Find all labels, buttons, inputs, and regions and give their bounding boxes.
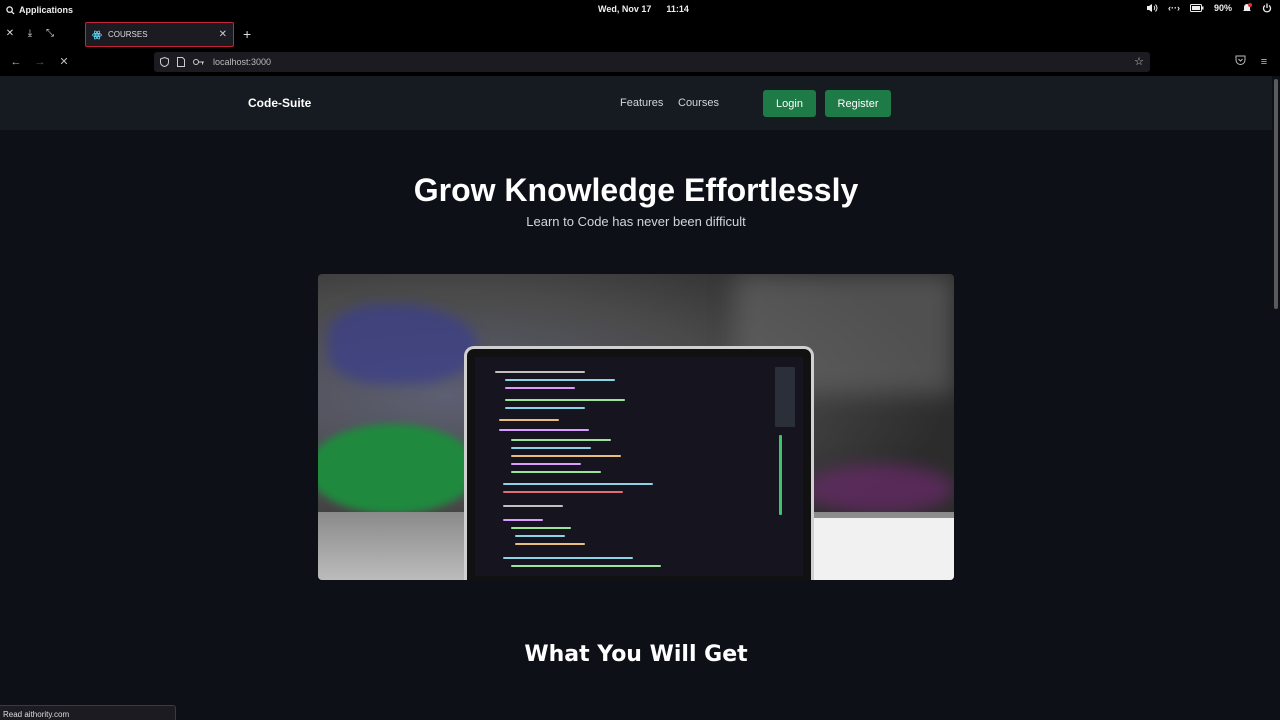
- login-button[interactable]: Login: [763, 90, 816, 117]
- clock[interactable]: Wed, Nov 17 11:14: [598, 4, 689, 14]
- forward-arrow-icon[interactable]: →: [33, 55, 47, 69]
- web-page: Code-Suite Features Courses Login Regist…: [0, 76, 1272, 720]
- shield-icon[interactable]: [160, 57, 169, 67]
- react-favicon-icon: [92, 30, 102, 40]
- volume-icon[interactable]: [1146, 3, 1158, 13]
- site-header: Code-Suite Features Courses Login Regist…: [0, 76, 1272, 130]
- hero-image: [318, 274, 954, 580]
- applications-label: Applications: [19, 5, 74, 15]
- restore-window-icon[interactable]: ⤡: [44, 28, 56, 40]
- power-icon[interactable]: [1262, 3, 1272, 13]
- back-arrow-icon[interactable]: ←: [9, 55, 23, 69]
- tab-strip: ✕ ⤓ ⤡ COURSES ✕ +: [0, 20, 1280, 49]
- page-info-icon[interactable]: [177, 57, 185, 67]
- tab-close-icon[interactable]: ✕: [219, 29, 227, 40]
- page-scrollbar[interactable]: [1272, 76, 1280, 720]
- pocket-icon[interactable]: [1233, 55, 1247, 69]
- minimize-window-icon[interactable]: ⤓: [24, 28, 36, 40]
- network-icon[interactable]: ‹··›: [1168, 3, 1180, 13]
- image-white-surface: [814, 518, 954, 580]
- battery-icon[interactable]: [1189, 4, 1204, 12]
- stop-loading-icon[interactable]: ✕: [57, 55, 71, 69]
- menu-hamburger-icon[interactable]: ≡: [1257, 55, 1271, 69]
- notification-bell-icon[interactable]: [1242, 3, 1252, 13]
- url-bar[interactable]: localhost:3000 ☆: [154, 52, 1150, 72]
- image-blue-object: [328, 304, 478, 384]
- date-label: Wed, Nov 17: [598, 4, 652, 14]
- url-text: localhost:3000: [213, 57, 272, 67]
- nav-link-features[interactable]: Features: [620, 97, 663, 109]
- battery-percent: 90%: [1213, 3, 1232, 13]
- laptop-screen: [475, 357, 803, 576]
- image-purple-object: [804, 464, 954, 514]
- laptop-illustration: [464, 346, 814, 580]
- brand-logo[interactable]: Code-Suite: [248, 96, 311, 110]
- hero-title: Grow Knowledge Effortlessly: [413, 172, 859, 208]
- os-top-bar: Applications Wed, Nov 17 11:14 ‹··› 90%: [0, 0, 1280, 20]
- search-icon: [6, 5, 15, 15]
- new-tab-icon[interactable]: +: [243, 26, 251, 42]
- image-green-object: [318, 424, 478, 514]
- bookmark-star-icon[interactable]: ☆: [1134, 55, 1144, 68]
- status-bar: Read aithority.com: [0, 705, 176, 720]
- time-label: 11:14: [666, 4, 689, 14]
- scrollbar-thumb[interactable]: [1274, 79, 1278, 309]
- tab-courses[interactable]: COURSES ✕: [85, 22, 234, 47]
- key-icon[interactable]: [193, 58, 205, 66]
- register-button[interactable]: Register: [825, 90, 891, 117]
- section-title: What You Will Get: [524, 642, 748, 667]
- nav-link-courses[interactable]: Courses: [678, 97, 719, 109]
- close-window-icon[interactable]: ✕: [4, 28, 16, 40]
- hero-subtitle: Learn to Code has never been difficult: [526, 214, 746, 229]
- browser-nav-bar: ← → ✕ localhost:3000 ☆ ≡: [0, 49, 1280, 76]
- tab-title: COURSES: [108, 30, 148, 39]
- applications-menu[interactable]: Applications: [0, 5, 73, 15]
